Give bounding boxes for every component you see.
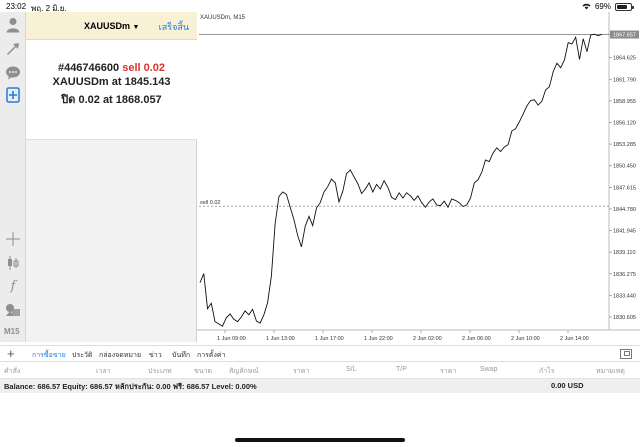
chart-svg: 1867.657 1864.625 1861.790 1858.955 1856.120…	[197, 12, 640, 342]
y-tick-label: 1864.625	[613, 56, 636, 62]
objects-icon[interactable]	[4, 301, 22, 319]
symbol-selector[interactable]: XAUUSDm ▼	[84, 21, 139, 31]
order-panel-header: XAUUSDm ▼ เสร็จสิ้น	[26, 12, 197, 40]
order-panel: XAUUSDm ▼ เสร็จสิ้น #446746600 sell 0.02…	[26, 12, 197, 342]
col-order: คำสั่ง	[4, 368, 21, 375]
chart-type-icon[interactable]	[4, 254, 22, 272]
y-tick-label: 1839.110	[613, 250, 636, 256]
wifi-icon	[582, 3, 591, 10]
x-tick-label: 1 Jun 22:00	[364, 336, 393, 342]
col-swap: Swap	[480, 366, 498, 373]
col-volume: ขนาด	[194, 368, 213, 375]
symbol-name: XAUUSDm	[84, 21, 131, 31]
col-price: ราคา	[293, 368, 310, 375]
y-tick-label: 1856.120	[613, 120, 636, 126]
y-tick-label: 1861.790	[613, 77, 636, 83]
y-tick-label: 1850.450	[613, 164, 636, 170]
col-profit: กำไร	[539, 368, 555, 375]
maximize-icon[interactable]	[620, 349, 632, 359]
col-sl: S/L	[346, 366, 357, 373]
indicators-icon[interactable]: f	[4, 277, 22, 295]
x-tick-label: 2 Jun 02:00	[413, 336, 442, 342]
order-open-price: 1845.143	[124, 76, 171, 88]
order-open-prefix: XAUUSDm at	[52, 76, 122, 88]
x-tick-label: 1 Jun 13:00	[266, 336, 295, 342]
x-tick-label: 2 Jun 14:00	[560, 336, 589, 342]
order-open-line: XAUUSDm at 1845.143	[26, 76, 197, 88]
tab-trade[interactable]: การซื้อขาย	[32, 350, 66, 361]
order-result: #446746600 sell 0.02 XAUUSDm at 1845.143…	[26, 40, 197, 140]
trade-table-header: คำสั่ง เวลา ประเภท ขนาด สัญลักษณ์ ราคา S…	[0, 362, 640, 379]
order-ticket: #446746600	[57, 62, 120, 74]
balance-summary: Balance: 686.57 Equity: 686.57 หลักประกั…	[4, 382, 257, 391]
order-close-prefix: ปิด 0.02 at	[61, 94, 113, 106]
y-tick-label: 1830.605	[613, 315, 636, 321]
add-icon[interactable]: +	[7, 346, 15, 361]
status-right: 69%	[582, 2, 634, 11]
battery-icon	[615, 2, 634, 11]
col-symbol: สัญลักษณ์	[229, 368, 259, 375]
left-toolbar: f M15	[0, 12, 26, 342]
done-button[interactable]: เสร็จสิ้น	[159, 20, 189, 34]
y-tick-label: 1833.440	[613, 293, 636, 299]
y-tick-label: 1844.780	[613, 207, 636, 213]
battery-percent: 69%	[594, 2, 611, 11]
timeframe-label[interactable]: M15	[4, 327, 20, 336]
x-tick-label: 2 Jun 06:00	[462, 336, 491, 342]
crosshair-icon[interactable]	[4, 230, 22, 248]
y-tick-label: 1847.615	[613, 185, 636, 191]
balance-row: Balance: 686.57 Equity: 686.57 หลักประกั…	[0, 379, 640, 393]
balance-profit: 0.00 USD	[551, 381, 584, 390]
order-line-label: sell 0.02	[200, 200, 221, 206]
order-ticket-line: #446746600 sell 0.02	[26, 62, 197, 74]
home-indicator	[235, 438, 405, 442]
tab-journal[interactable]: บันทึก	[172, 350, 190, 361]
tab-settings[interactable]: การตั้งค่า	[197, 350, 226, 361]
y-tick-label: 1853.285	[613, 142, 636, 148]
y-tick-label: 1858.955	[613, 99, 636, 105]
order-close-price: 1868.057	[115, 94, 162, 106]
status-time: 23:02	[6, 2, 27, 11]
chevron-down-icon: ▼	[132, 24, 140, 31]
col-tp: T/P	[396, 366, 407, 373]
tab-mailbox[interactable]: กล่องจดหมาย	[99, 350, 141, 361]
chat-icon[interactable]	[4, 64, 22, 82]
order-close-line: ปิด 0.02 at 1868.057	[26, 90, 197, 108]
tab-news[interactable]: ข่าว	[149, 350, 162, 361]
y-tick-label: 1836.275	[613, 272, 636, 278]
price-chart[interactable]: XAUUSDm, M15 1867.657 1864.625 1861.790 185…	[197, 12, 640, 345]
current-price-label: 1867.657	[613, 33, 636, 39]
x-tick-label: 2 Jun 10:00	[511, 336, 540, 342]
col-comment: หมายเหตุ	[596, 368, 625, 375]
col-current-price: ราคา	[440, 368, 457, 375]
account-icon[interactable]	[4, 16, 22, 34]
price-series-line	[199, 33, 603, 327]
trade-arrows-icon[interactable]	[4, 40, 22, 58]
x-tick-label: 1 Jun 09:00	[217, 336, 246, 342]
order-action: sell 0.02	[122, 62, 166, 74]
new-order-icon[interactable]	[4, 86, 22, 104]
x-tick-label: 1 Jun 17:00	[315, 336, 344, 342]
col-type: ประเภท	[148, 368, 172, 375]
col-time: เวลา	[96, 368, 111, 375]
tab-history[interactable]: ประวัติ	[72, 350, 92, 361]
bottom-tabs-bar: + การซื้อขาย ประวัติ กล่องจดหมาย ข่าว บั…	[0, 345, 640, 362]
y-tick-label: 1841.945	[613, 229, 636, 235]
